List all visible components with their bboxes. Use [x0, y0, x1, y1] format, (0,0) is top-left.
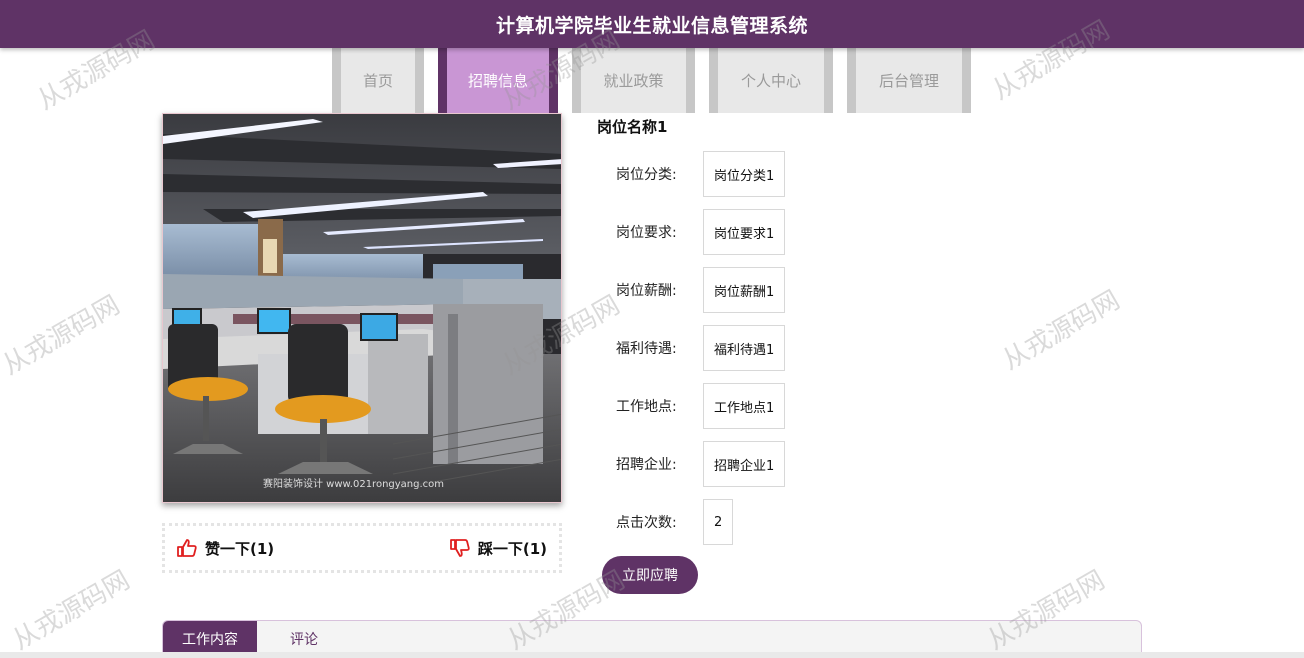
- watermark: 从戎源码网: [997, 285, 1126, 377]
- field-value: 岗位分类1: [703, 151, 786, 197]
- app-header: 计算机学院毕业生就业信息管理系统: [0, 0, 1304, 48]
- nav-item-admin[interactable]: 后台管理: [847, 48, 971, 113]
- watermark: 从戎源码网: [0, 290, 126, 382]
- field-label: 点击次数:: [616, 515, 677, 531]
- field-value: 福利待遇1: [703, 325, 786, 371]
- field-label: 招聘企业:: [616, 457, 677, 473]
- nav-item-personal-center[interactable]: 个人中心: [709, 48, 833, 113]
- field-company: 招聘企业: 招聘企业1: [616, 441, 786, 487]
- app-title: 计算机学院毕业生就业信息管理系统: [495, 14, 808, 37]
- dislike-label: 踩一下(1): [477, 539, 547, 558]
- field-label: 福利待遇:: [616, 341, 677, 357]
- field-label: 岗位分类:: [616, 167, 677, 183]
- field-location: 工作地点: 工作地点1: [616, 383, 786, 429]
- like-label: 赞一下(1): [205, 539, 275, 558]
- field-category: 岗位分类: 岗位分类1: [616, 151, 786, 197]
- apply-button[interactable]: 立即应聘: [602, 556, 698, 594]
- horizontal-scrollbar[interactable]: [0, 652, 1304, 658]
- field-label: 工作地点:: [616, 399, 677, 415]
- field-value: 岗位薪酬1: [703, 267, 786, 313]
- thumbs-up-icon: [177, 539, 197, 557]
- field-benefits: 福利待遇: 福利待遇1: [616, 325, 786, 371]
- field-requirements: 岗位要求: 岗位要求1: [616, 209, 786, 255]
- job-image: 赛阳装饰设计 www.021rongyang.com: [162, 113, 562, 503]
- thumbs-down-icon: [449, 539, 470, 557]
- field-label: 岗位要求:: [616, 225, 677, 241]
- office-photo-illustration: 赛阳装饰设计 www.021rongyang.com: [163, 114, 561, 502]
- field-value: 工作地点1: [703, 383, 786, 429]
- field-value: 岗位要求1: [703, 209, 786, 255]
- vote-box: 赞一下(1) 踩一下(1): [162, 523, 562, 573]
- page: 计算机学院毕业生就业信息管理系统 首页 招聘信息 就业政策 个人中心 后台管理: [0, 0, 1304, 658]
- nav-item-home[interactable]: 首页: [332, 48, 424, 113]
- field-value: 2: [703, 499, 734, 545]
- field-value: 招聘企业1: [703, 441, 786, 487]
- dislike-button[interactable]: 踩一下(1): [449, 538, 547, 559]
- nav-item-recruitment[interactable]: 招聘信息: [438, 48, 558, 113]
- like-button[interactable]: 赞一下(1): [177, 538, 274, 559]
- watermark: 从戎源码网: [7, 565, 136, 657]
- main-nav: 首页 招聘信息 就业政策 个人中心 后台管理: [332, 48, 985, 113]
- job-title: 岗位名称1: [597, 118, 668, 136]
- field-click-count: 点击次数: 2: [616, 499, 734, 545]
- nav-item-policy[interactable]: 就业政策: [572, 48, 695, 113]
- field-salary: 岗位薪酬: 岗位薪酬1: [616, 267, 786, 313]
- field-label: 岗位薪酬:: [616, 283, 677, 299]
- photo-caption: 赛阳装饰设计 www.021rongyang.com: [263, 477, 444, 490]
